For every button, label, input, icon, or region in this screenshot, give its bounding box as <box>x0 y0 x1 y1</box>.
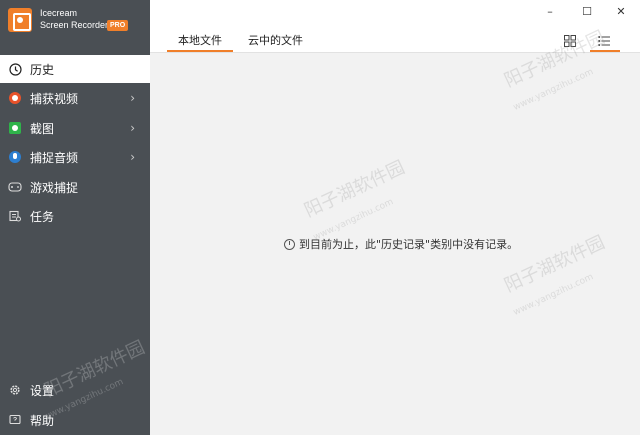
help-icon <box>8 413 22 427</box>
chevron-right-icon: › <box>130 91 135 105</box>
sidebar-item-screenshot[interactable]: 截图 › <box>0 114 150 142</box>
sidebar-item-label: 游戏捕捉 <box>30 180 79 195</box>
gear-icon <box>8 383 22 397</box>
app-name-line1: Icecream <box>40 8 78 18</box>
pro-badge: PRO <box>107 20 129 31</box>
sidebar-item-label: 截图 <box>30 121 55 136</box>
active-tab-indicator <box>167 50 233 52</box>
minimize-button[interactable]: – <box>543 4 557 18</box>
app-brand: Icecream Screen Recorder PRO <box>0 0 150 42</box>
chevron-right-icon: › <box>130 121 135 135</box>
sidebar-item-label: 历史 <box>30 62 55 77</box>
sidebar-item-game-capture[interactable]: 游戏捕捉 <box>0 173 150 201</box>
tab-local-files[interactable]: 本地文件 <box>178 32 222 48</box>
close-button[interactable]: ✕ <box>614 4 628 18</box>
clock-icon <box>284 238 295 250</box>
sidebar-item-help[interactable]: 帮助 <box>0 409 150 431</box>
tab-cloud-files[interactable]: 云中的文件 <box>248 32 303 48</box>
app-name-line2: Screen Recorder <box>40 20 109 30</box>
sidebar-item-history[interactable]: 历史 <box>0 55 150 83</box>
watermark-text: 阳子湖软件园 <box>301 157 409 222</box>
empty-state-message: 到目前为止，此"历史记录"类别中没有记录。 <box>299 238 519 251</box>
app-logo <box>8 8 32 32</box>
gamepad-icon <box>8 180 22 194</box>
clock-icon <box>8 62 22 76</box>
sidebar-item-label: 捕获视频 <box>30 91 79 106</box>
microphone-icon <box>8 150 22 164</box>
title-bar <box>150 0 640 22</box>
maximize-button[interactable]: ☐ <box>580 4 594 18</box>
camera-icon <box>8 121 22 135</box>
tasks-icon <box>8 209 22 223</box>
sidebar-item-label: 任务 <box>30 209 55 224</box>
record-icon <box>8 91 22 105</box>
sidebar-item-capture-video[interactable]: 捕获视频 › <box>0 84 150 112</box>
sidebar-item-tasks[interactable]: 任务 <box>0 202 150 230</box>
sidebar-item-label: 捕捉音频 <box>30 150 79 165</box>
sidebar-item-capture-audio[interactable]: 捕捉音频 › <box>0 143 150 171</box>
chevron-right-icon: › <box>130 150 135 164</box>
